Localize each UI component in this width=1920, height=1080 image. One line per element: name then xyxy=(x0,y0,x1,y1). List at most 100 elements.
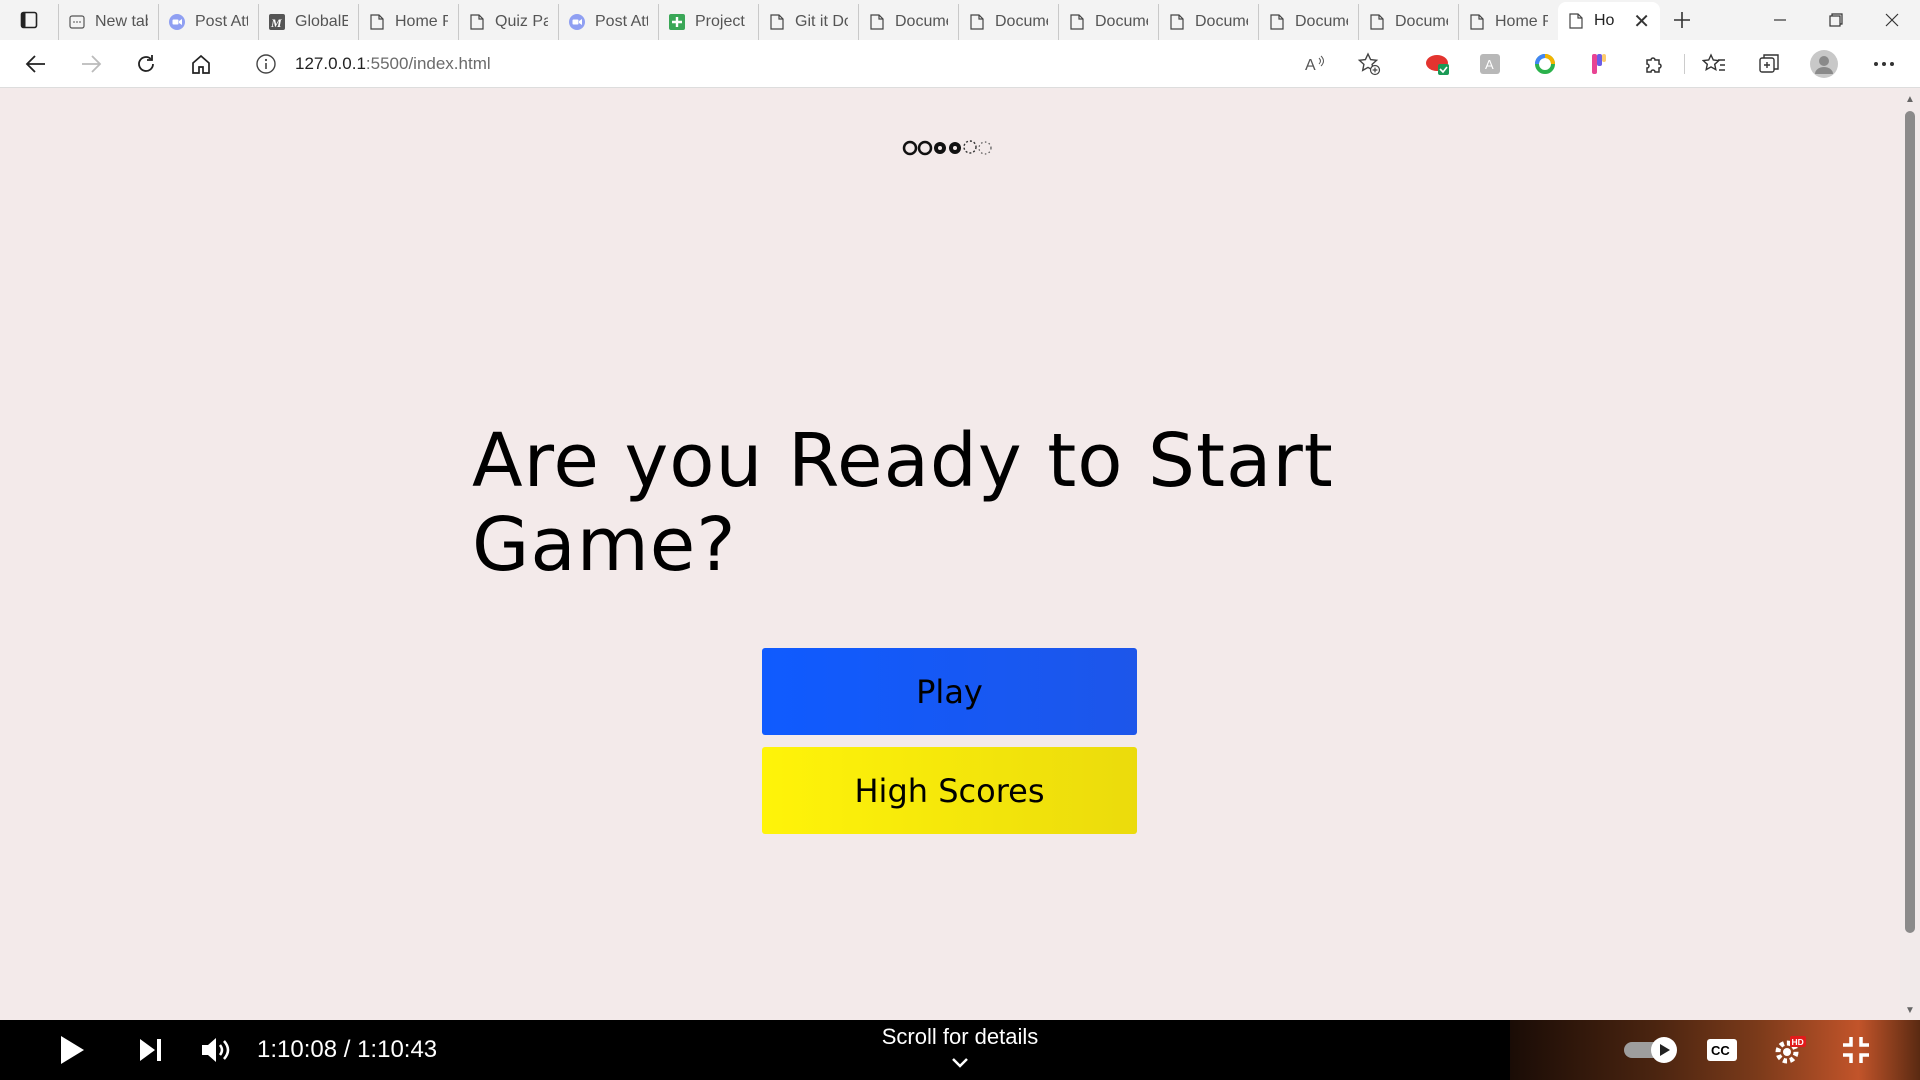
tab-label: Docume xyxy=(995,13,1048,30)
back-button[interactable] xyxy=(8,40,63,88)
tab-label: Home P xyxy=(395,13,448,30)
refresh-button[interactable] xyxy=(118,40,173,88)
browser-tab[interactable]: New tab xyxy=(58,4,158,40)
collections-icon xyxy=(1759,54,1779,73)
video-settings-button[interactable]: HD xyxy=(1770,1020,1810,1080)
extension-red-icon xyxy=(1426,55,1449,75)
avatar-icon xyxy=(1810,50,1838,78)
autoplay-toggle[interactable] xyxy=(1622,1020,1680,1080)
browser-tab[interactable]: Docume xyxy=(958,4,1058,40)
minimize-button[interactable] xyxy=(1752,0,1808,40)
play-button[interactable]: Play xyxy=(762,648,1137,735)
url-path: :5500/index.html xyxy=(365,54,491,73)
browser-tab[interactable]: Docume xyxy=(1258,4,1358,40)
svg-text:HD: HD xyxy=(1792,1037,1804,1047)
browser-tab[interactable]: Git it Do xyxy=(758,4,858,40)
video-controls-bar: 1:10:08 / 1:10:43 Scroll for details CC … xyxy=(0,1020,1920,1080)
tab-label: Project xyxy=(695,13,745,30)
browser-tab[interactable]: Docume xyxy=(1358,4,1458,40)
extension-4-button[interactable] xyxy=(1583,48,1615,80)
tab-label: Docume xyxy=(895,13,948,30)
tab-label: Ho xyxy=(1594,12,1615,29)
page-icon xyxy=(369,14,385,30)
browser-tab[interactable]: Home P xyxy=(358,4,458,40)
m-logo-icon: M xyxy=(269,14,285,30)
profile-button[interactable] xyxy=(1808,48,1840,80)
page-icon xyxy=(1169,14,1185,30)
home-icon xyxy=(191,54,210,74)
browser-tab-active[interactable]: Ho ✕ xyxy=(1558,2,1660,40)
svg-text:CC: CC xyxy=(1711,1043,1730,1058)
add-favorite-icon[interactable] xyxy=(1357,52,1381,76)
captions-button[interactable]: CC xyxy=(1702,1020,1742,1080)
forward-button[interactable] xyxy=(63,40,118,88)
tab-label: New tab xyxy=(95,13,148,30)
close-window-button[interactable] xyxy=(1864,0,1920,40)
restore-icon xyxy=(1829,13,1843,27)
high-scores-button[interactable]: High Scores xyxy=(762,747,1137,834)
browser-tab[interactable]: M GlobalE xyxy=(258,4,358,40)
page-icon xyxy=(469,14,485,30)
exit-fullscreen-icon xyxy=(1843,1037,1869,1063)
info-icon[interactable] xyxy=(255,53,277,75)
next-video-button[interactable] xyxy=(130,1020,170,1080)
tab-label: Docume xyxy=(1095,13,1148,30)
browser-toolbar: 127.0.0.1:5500/index.html A A xyxy=(0,40,1920,88)
browser-tab[interactable]: Post Att xyxy=(558,4,658,40)
favorites-button[interactable] xyxy=(1698,48,1730,80)
extension-2-button[interactable]: A xyxy=(1474,48,1506,80)
tab-list: New tab Post Att M GlobalE Home P Quiz Pa Post… xyxy=(58,0,1660,40)
browser-tab[interactable]: Project xyxy=(658,4,758,40)
tab-strip: New tab Post Att M GlobalE Home P Quiz Pa Post… xyxy=(0,0,1920,40)
volume-button[interactable] xyxy=(196,1020,236,1080)
tab-label: Docume xyxy=(1295,13,1348,30)
play-video-button[interactable] xyxy=(50,1020,94,1080)
tab-actions-button[interactable] xyxy=(0,0,58,40)
page-icon xyxy=(1469,14,1485,30)
browser-tab[interactable]: Post Att xyxy=(158,4,258,40)
video-time: 1:10:08 / 1:10:43 xyxy=(257,1036,438,1063)
page-icon xyxy=(1269,14,1285,30)
window-controls xyxy=(1752,0,1920,40)
tab-label: Home P xyxy=(1495,13,1548,30)
volume-icon xyxy=(202,1038,230,1062)
page-scrollbar[interactable]: ▲ ▼ xyxy=(1900,89,1920,1020)
chevron-down-icon[interactable] xyxy=(948,1053,972,1073)
plus-icon xyxy=(1674,12,1690,28)
scroll-for-details[interactable]: Scroll for details xyxy=(860,1024,1060,1050)
page-title: Are you Ready to Start Game? xyxy=(472,418,1334,588)
address-bar[interactable]: 127.0.0.1:5500/index.html A xyxy=(235,46,1397,82)
extension-3-button[interactable] xyxy=(1529,48,1561,80)
page-icon xyxy=(1069,14,1085,30)
restore-button[interactable] xyxy=(1808,0,1864,40)
browser-tab[interactable]: Docume xyxy=(1158,4,1258,40)
browser-tab[interactable]: Docume xyxy=(1058,4,1158,40)
extension-ring-icon xyxy=(1535,54,1555,74)
settings-menu-button[interactable] xyxy=(1868,48,1900,80)
new-tab-icon xyxy=(69,14,85,30)
close-tab-icon[interactable]: ✕ xyxy=(1633,9,1650,34)
scrollbar-thumb[interactable] xyxy=(1905,111,1915,933)
zoom-icon xyxy=(569,14,585,30)
new-tab-button[interactable] xyxy=(1660,0,1704,40)
browser-tab[interactable]: Home P xyxy=(1458,4,1558,40)
url-host: 127.0.0.1 xyxy=(295,54,366,73)
page-icon xyxy=(1568,13,1584,29)
scroll-down-icon[interactable]: ▼ xyxy=(1900,1000,1920,1020)
home-button[interactable] xyxy=(173,40,228,88)
refresh-icon xyxy=(137,54,154,72)
browser-tab[interactable]: Docume xyxy=(858,4,958,40)
arrow-left-icon xyxy=(25,54,45,73)
extension-1-button[interactable] xyxy=(1422,48,1454,80)
toolbar-divider xyxy=(1684,54,1685,74)
collections-button[interactable] xyxy=(1753,48,1785,80)
gear-hd-icon: HD xyxy=(1775,1036,1806,1064)
extensions-button[interactable] xyxy=(1638,48,1670,80)
exit-fullscreen-button[interactable] xyxy=(1836,1020,1876,1080)
browser-tab[interactable]: Quiz Pa xyxy=(458,4,558,40)
scroll-up-icon[interactable]: ▲ xyxy=(1900,89,1920,109)
page-icon xyxy=(1369,14,1385,30)
read-aloud-icon[interactable]: A xyxy=(1303,52,1327,76)
tab-label: GlobalE xyxy=(295,13,348,30)
tab-label: Post Att xyxy=(195,13,248,30)
